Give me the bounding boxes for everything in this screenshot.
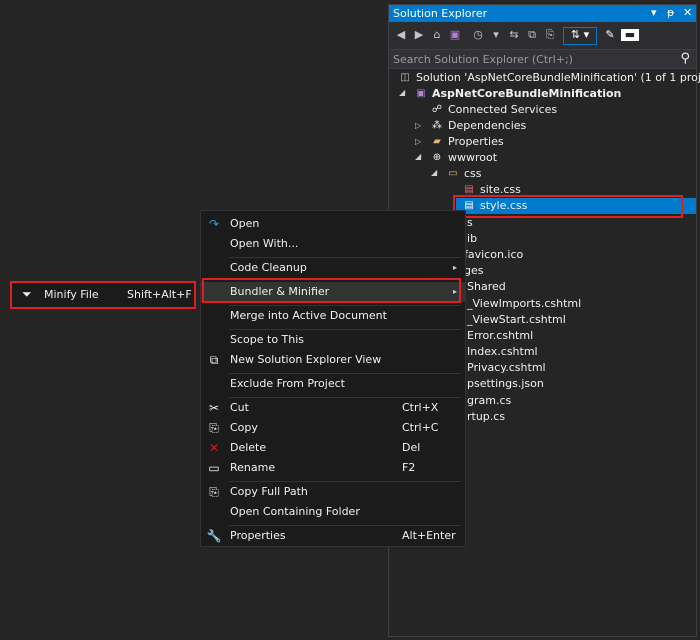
- show-all-files-icon[interactable]: ⎘: [543, 28, 557, 42]
- menu-item-code-cleanup[interactable]: Code Cleanup ▸: [201, 258, 465, 278]
- menu-item-copy-full-path[interactable]: ⎘ Copy Full Path: [201, 482, 465, 502]
- tree-item-pages[interactable]: ges: [464, 263, 483, 279]
- forward-icon[interactable]: ▶: [412, 28, 426, 42]
- collapse-icon[interactable]: ◢: [399, 88, 405, 97]
- wrench-icon: 🔧: [206, 529, 222, 543]
- menu-item-merge-active[interactable]: Merge into Active Document: [201, 306, 465, 326]
- menu-item-rename[interactable]: ▭ Rename F2: [201, 458, 465, 478]
- menu-item-delete[interactable]: ✕ Delete Del: [201, 438, 465, 458]
- tree-item-index[interactable]: Index.cshtml: [467, 344, 538, 360]
- tree-item-program[interactable]: gram.cs: [467, 393, 511, 409]
- project-icon: ▣: [416, 88, 426, 99]
- expand-icon[interactable]: ▷: [415, 121, 421, 130]
- track-active-item-icon[interactable]: ⇅ ▾: [563, 27, 597, 45]
- tree-item-dependencies[interactable]: ⁂ Dependencies: [430, 118, 526, 134]
- dependencies-icon: ⁂: [432, 120, 442, 131]
- back-icon[interactable]: ◀: [394, 28, 408, 42]
- globe-icon: ⊕: [432, 152, 442, 163]
- chevron-down-icon[interactable]: ▾: [489, 28, 503, 42]
- menu-item-copy[interactable]: ⎘ Copy Ctrl+C: [201, 418, 465, 438]
- menu-item-properties[interactable]: 🔧 Properties Alt+Enter: [201, 526, 465, 546]
- menu-item-cut[interactable]: ✂ Cut Ctrl+X: [201, 398, 465, 418]
- close-icon[interactable]: ✕: [683, 6, 692, 19]
- menu-item-open-containing-folder[interactable]: Open Containing Folder: [201, 502, 465, 522]
- sync-icon[interactable]: ⇆: [507, 28, 521, 42]
- menu-item-open[interactable]: ↷ Open: [201, 214, 465, 234]
- tree-item-viewstart[interactable]: _ViewStart.cshtml: [467, 312, 566, 328]
- menu-item-minify-file[interactable]: ⏷ Minify File Shift+Alt+F: [10, 282, 196, 308]
- collapse-all-icon[interactable]: ⧉: [525, 28, 539, 42]
- copy-path-icon: ⎘: [209, 485, 219, 499]
- new-view-icon: ⧉: [209, 353, 219, 367]
- context-menu: ↷ Open Open With... Code Cleanup ▸ Bundler…: [200, 210, 466, 547]
- menu-item-exclude-from-project[interactable]: Exclude From Project: [201, 374, 465, 394]
- filter-icon: ⏷: [22, 287, 32, 301]
- tree-item-appsettings[interactable]: psettings.json: [467, 376, 544, 392]
- rename-icon: ▭: [208, 461, 220, 475]
- search-input[interactable]: Search Solution Explorer (Ctrl+;): [393, 53, 573, 66]
- properties-folder-icon: ▰: [433, 136, 441, 147]
- home-icon[interactable]: ⌂: [430, 28, 444, 42]
- tree-item-css-folder[interactable]: ▭ css: [446, 166, 481, 182]
- connected-services-icon: ☍: [431, 104, 443, 115]
- tree-item-solution[interactable]: ◫ Solution 'AspNetCoreBundleMinification'…: [398, 70, 700, 86]
- tree-item-style-css[interactable]: ▤ style.css: [456, 198, 696, 214]
- chevron-right-icon: ▸: [452, 263, 457, 272]
- preview-selected-items-icon[interactable]: ▬: [621, 29, 639, 41]
- pending-changes-icon[interactable]: ◷: [471, 28, 485, 42]
- tree-item-shared[interactable]: Shared: [467, 279, 506, 295]
- css-file-icon: ▤: [464, 184, 474, 195]
- switch-views-icon[interactable]: ▣: [448, 28, 462, 42]
- solution-explorer-search[interactable]: Search Solution Explorer (Ctrl+;) ⚲: [389, 49, 696, 69]
- collapse-icon[interactable]: ◢: [431, 168, 437, 177]
- tree-item-site-css[interactable]: ▤ site.css: [462, 182, 521, 198]
- tree-item-privacy[interactable]: Privacy.cshtml: [467, 360, 546, 376]
- solution-explorer-title: Solution Explorer: [393, 7, 488, 20]
- solution-icon: ◫: [400, 72, 410, 83]
- delete-icon: ✕: [208, 441, 220, 455]
- folder-icon: ▭: [448, 168, 458, 179]
- chevron-right-icon: ▸: [452, 287, 457, 296]
- solution-explorer-toolbar: ◀ ▶ ⌂ ▣ ◷ ▾ ⇆ ⧉ ⎘ ⇅ ▾ ✎ ▬: [389, 22, 696, 49]
- menu-item-new-solution-explorer-view[interactable]: ⧉ New Solution Explorer View: [201, 350, 465, 370]
- tree-item-viewimports[interactable]: _ViewImports.cshtml: [467, 296, 581, 312]
- tree-item-properties[interactable]: ▰ Properties: [430, 134, 503, 150]
- menu-item-scope-to-this[interactable]: Scope to This: [201, 330, 465, 350]
- pin-icon[interactable]: ᵽ: [667, 6, 674, 19]
- tree-item-wwwroot[interactable]: ⊕ wwwroot: [430, 150, 497, 166]
- tree-item-startup[interactable]: rtup.cs: [467, 409, 505, 425]
- properties-wrench-icon[interactable]: ✎: [603, 28, 617, 42]
- menu-item-open-with[interactable]: Open With...: [201, 234, 465, 254]
- collapse-icon[interactable]: ◢: [415, 152, 421, 161]
- search-icon[interactable]: ⚲: [680, 51, 690, 66]
- expand-icon[interactable]: ▷: [415, 137, 421, 146]
- menu-item-bundler-minifier[interactable]: Bundler & Minifier ▸: [201, 282, 465, 302]
- copy-icon: ⎘: [209, 421, 219, 435]
- tree-item-connected-services[interactable]: ☍ Connected Services: [430, 102, 557, 118]
- solution-explorer-titlebar: Solution Explorer ▾ ᵽ ✕: [389, 5, 696, 22]
- dropdown-icon[interactable]: ▾: [651, 6, 657, 19]
- bundler-submenu: ⏷ Minify File Shift+Alt+F: [10, 282, 196, 308]
- tree-item-favicon[interactable]: favicon.ico: [464, 247, 523, 263]
- tree-item-error[interactable]: Error.cshtml: [467, 328, 533, 344]
- cut-icon: ✂: [208, 401, 220, 415]
- open-icon: ↷: [208, 217, 220, 231]
- tree-item-project[interactable]: ▣ AspNetCoreBundleMinification: [414, 86, 621, 102]
